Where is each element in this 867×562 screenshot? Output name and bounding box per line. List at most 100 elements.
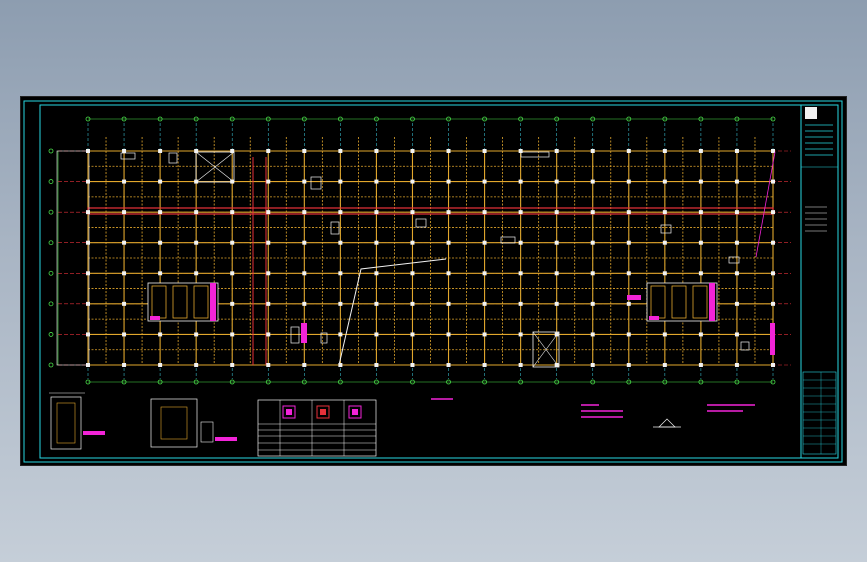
column xyxy=(338,179,343,184)
column xyxy=(698,332,703,337)
column xyxy=(590,149,595,153)
column xyxy=(122,363,127,367)
cad-drawing-viewport[interactable] xyxy=(21,97,846,465)
column xyxy=(266,149,271,153)
column xyxy=(518,363,523,367)
column xyxy=(771,363,775,367)
slab-detail xyxy=(658,418,676,428)
schedule-section-fill xyxy=(320,409,326,415)
title-block xyxy=(801,107,838,455)
column xyxy=(410,363,415,367)
section-detail-1-core xyxy=(56,402,76,444)
column xyxy=(410,271,415,276)
column xyxy=(410,210,415,215)
column xyxy=(86,210,90,215)
column xyxy=(338,210,343,215)
equipment-block xyxy=(310,176,322,190)
column xyxy=(374,179,379,184)
column xyxy=(734,210,739,215)
revision-table xyxy=(802,371,837,455)
column xyxy=(554,271,559,276)
column xyxy=(122,301,127,306)
column xyxy=(338,240,343,245)
column xyxy=(518,149,523,153)
stair-opening xyxy=(646,282,718,322)
column xyxy=(662,363,667,367)
column xyxy=(482,363,487,367)
column xyxy=(374,332,379,337)
column xyxy=(771,210,775,215)
column xyxy=(446,179,451,184)
column xyxy=(482,271,487,276)
column xyxy=(662,332,667,337)
column xyxy=(266,363,271,367)
column xyxy=(446,301,451,306)
stair-opening xyxy=(147,282,219,322)
column xyxy=(734,179,739,184)
section-detail-1-note xyxy=(83,431,105,435)
column xyxy=(771,301,775,306)
column xyxy=(518,240,523,245)
column xyxy=(626,240,631,245)
column xyxy=(194,271,199,276)
column xyxy=(771,271,775,276)
equipment-block xyxy=(520,151,550,158)
cad-drawing-canvas xyxy=(23,100,843,463)
grid-bubble-left xyxy=(48,270,54,276)
column xyxy=(374,210,379,215)
column xyxy=(266,271,271,276)
column xyxy=(338,149,343,153)
column xyxy=(158,179,163,184)
column xyxy=(518,332,523,337)
column xyxy=(374,149,379,153)
column xyxy=(158,271,163,276)
column xyxy=(230,240,235,245)
column xyxy=(482,301,487,306)
ramp-outline xyxy=(338,258,447,366)
column xyxy=(698,179,703,184)
column xyxy=(338,271,343,276)
equipment-block xyxy=(415,218,427,228)
column xyxy=(590,240,595,245)
column xyxy=(662,210,667,215)
column xyxy=(518,271,523,276)
column xyxy=(626,301,631,306)
grid-bubble-left xyxy=(48,240,54,246)
column xyxy=(626,363,631,367)
detail-drawings xyxy=(49,392,755,457)
highlight-zone xyxy=(210,283,216,321)
column xyxy=(266,332,271,337)
highlight-zone xyxy=(150,316,160,320)
column xyxy=(734,240,739,245)
highlight-zone xyxy=(770,323,775,355)
column xyxy=(446,210,451,215)
column xyxy=(122,210,127,215)
schedule-section-fill xyxy=(352,409,358,415)
column xyxy=(698,210,703,215)
equipment-block xyxy=(500,236,516,244)
company-logo xyxy=(805,107,817,119)
column xyxy=(86,271,90,276)
column xyxy=(518,179,523,184)
column xyxy=(302,149,307,153)
column xyxy=(590,301,595,306)
column xyxy=(374,240,379,245)
column xyxy=(302,271,307,276)
column xyxy=(626,149,631,153)
column xyxy=(158,363,163,367)
column xyxy=(302,210,307,215)
highlight-zone xyxy=(709,283,715,321)
column xyxy=(662,149,667,153)
column xyxy=(626,332,631,337)
equipment-block xyxy=(660,224,672,234)
section-detail-2-side xyxy=(200,421,214,443)
column xyxy=(374,301,379,306)
column xyxy=(194,240,199,245)
column xyxy=(482,210,487,215)
grid-bubble-left xyxy=(48,209,54,215)
column xyxy=(698,240,703,245)
column xyxy=(158,240,163,245)
column xyxy=(374,271,379,276)
equipment-block xyxy=(728,256,740,264)
column xyxy=(662,179,667,184)
